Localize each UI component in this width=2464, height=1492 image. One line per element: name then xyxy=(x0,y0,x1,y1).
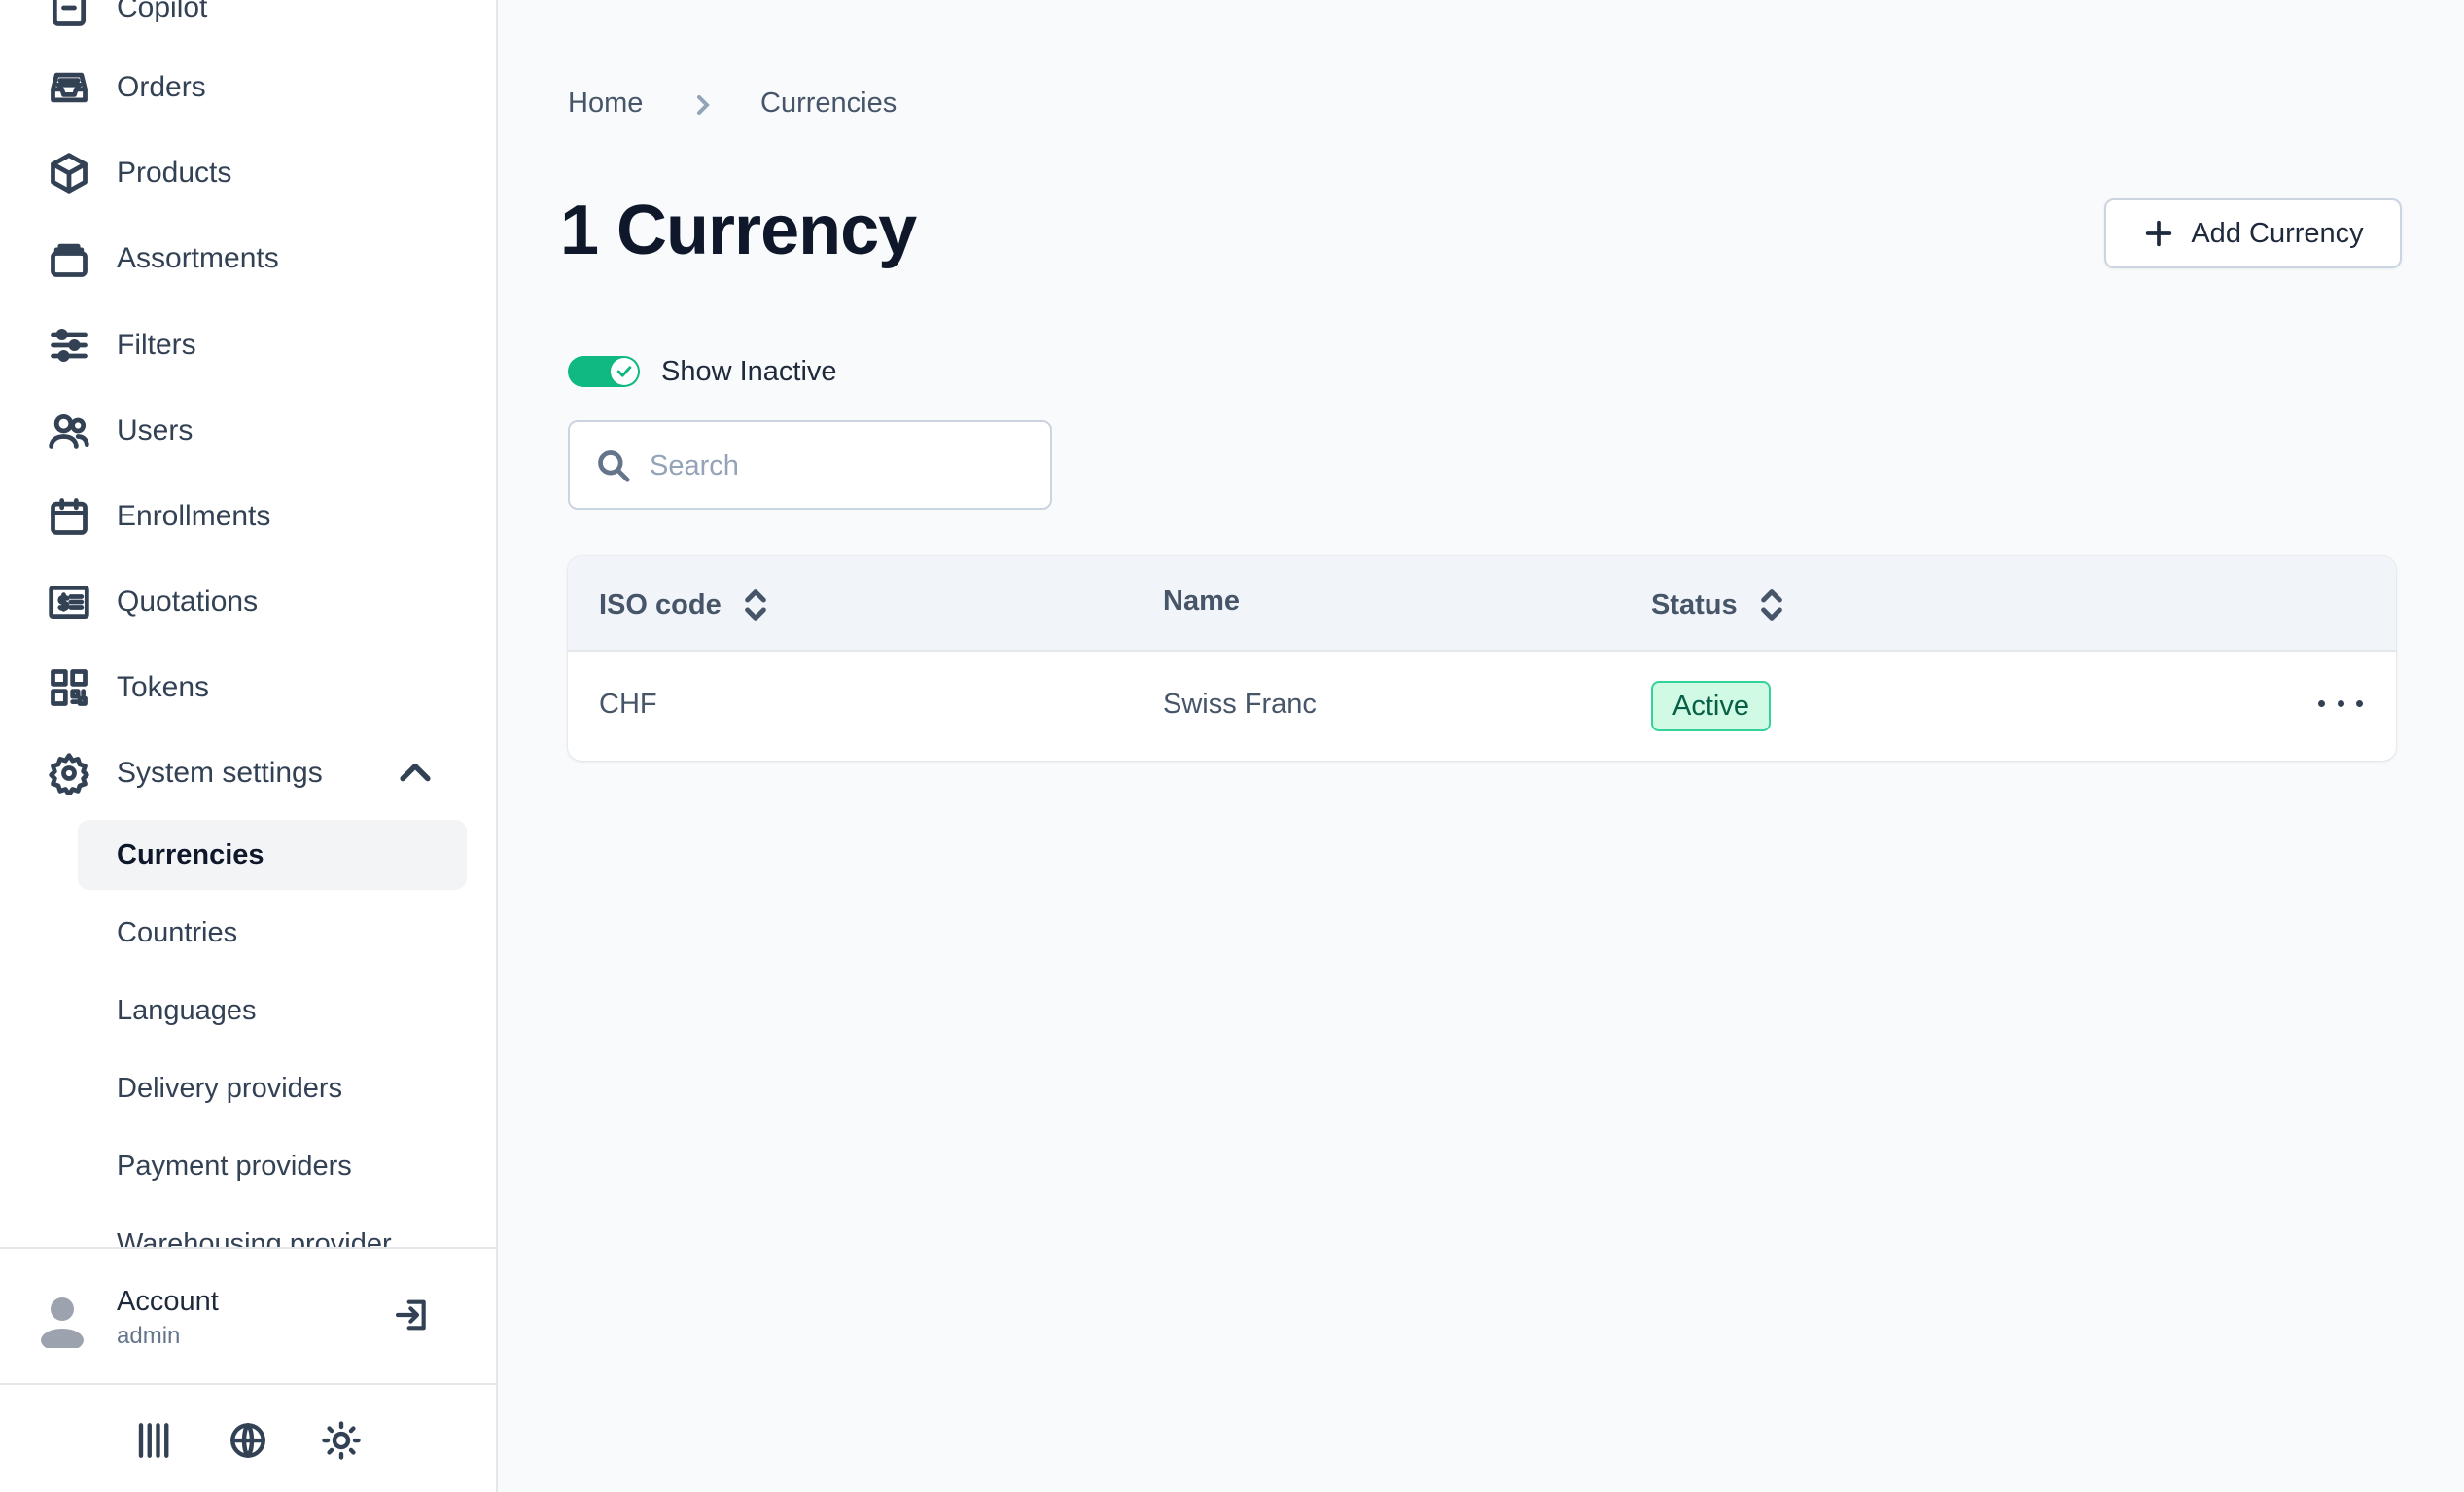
column-header-label: Status xyxy=(1651,588,1738,621)
sidebar-item-products[interactable]: Products xyxy=(47,144,231,202)
sidebar-item-tokens[interactable]: Tokens xyxy=(47,658,209,717)
sun-icon[interactable] xyxy=(321,1420,362,1461)
sidebar-item-label: Orders xyxy=(117,71,206,103)
gear-icon xyxy=(47,751,91,796)
sort-icon[interactable] xyxy=(1757,586,1786,624)
chevron-right-icon xyxy=(690,89,716,121)
sidebar-item-label: Products xyxy=(117,157,232,189)
receipt-icon xyxy=(47,580,91,624)
divider xyxy=(0,1383,496,1385)
table-header: ISO code Name Status xyxy=(568,556,2396,652)
inbox-icon xyxy=(47,65,91,110)
calendar-icon xyxy=(47,494,91,539)
sidebar-item-label: Assortments xyxy=(117,242,279,274)
column-header-label: Name xyxy=(1163,586,1240,617)
add-currency-button[interactable]: Add Currency xyxy=(2104,198,2402,268)
sidebar-item-label: Filters xyxy=(117,329,196,361)
sidebar-footer: Account admin xyxy=(0,1247,496,1492)
search-box xyxy=(568,420,1052,510)
sidebar-item-label: Enrollments xyxy=(117,500,271,532)
sidebar-item-assortments[interactable]: Assortments xyxy=(47,230,279,288)
breadcrumb-current: Currencies xyxy=(760,88,898,119)
page-title: 1 Currency xyxy=(560,192,917,269)
logout-icon[interactable] xyxy=(393,1296,432,1334)
cube-icon xyxy=(47,151,91,195)
sidebar-item-label: Tokens xyxy=(117,671,210,703)
sidebar-item-filters[interactable]: Filters xyxy=(47,316,196,374)
sidebar-item-label: Copilot xyxy=(117,0,208,23)
sort-icon[interactable] xyxy=(741,586,770,624)
breadcrumb-home[interactable]: Home xyxy=(568,88,643,120)
account-role: admin xyxy=(117,1323,181,1349)
sidebar-subitem-payment-providers[interactable]: Payment providers xyxy=(78,1131,467,1201)
sidebar: Copilot Orders Products Assortments Filt… xyxy=(0,0,498,1492)
sidebar-item-copilot[interactable]: Copilot xyxy=(47,0,207,37)
sidebar-subitem-delivery-providers[interactable]: Delivery providers xyxy=(78,1053,467,1123)
more-actions-icon[interactable] xyxy=(2318,689,2363,718)
sidebar-item-enrollments[interactable]: Enrollments xyxy=(47,487,270,546)
sidebar-subitem-languages[interactable]: Languages xyxy=(78,976,467,1046)
chevron-up-icon[interactable] xyxy=(394,752,437,795)
sidebar-item-quotations[interactable]: Quotations xyxy=(47,573,258,631)
barcode-icon[interactable] xyxy=(134,1420,175,1461)
toggle-knob xyxy=(611,358,638,385)
show-inactive-label[interactable]: Show Inactive xyxy=(661,356,837,388)
users-icon xyxy=(47,409,91,453)
column-header-status[interactable]: Status xyxy=(1651,586,1786,624)
qr-code-icon xyxy=(47,665,91,710)
globe-icon[interactable] xyxy=(228,1420,268,1461)
currencies-table: ISO code Name Status CHF Swiss Franc Act… xyxy=(568,556,2396,761)
cell-name[interactable]: Swiss Franc xyxy=(1163,689,1317,721)
account-name[interactable]: Account xyxy=(117,1286,219,1318)
sidebar-subitem-currencies[interactable]: Currencies xyxy=(78,820,467,890)
cell-iso-code[interactable]: CHF xyxy=(599,689,657,721)
search-icon xyxy=(595,447,632,484)
sidebar-item-label: Users xyxy=(117,414,194,446)
plus-icon xyxy=(2146,220,2172,247)
column-header-iso-code[interactable]: ISO code xyxy=(599,586,770,624)
check-icon xyxy=(616,366,632,377)
search-input[interactable] xyxy=(650,442,1029,490)
sliders-icon xyxy=(47,323,91,368)
stack-icon xyxy=(47,236,91,281)
sidebar-item-system-settings[interactable]: System settings xyxy=(47,744,323,802)
column-header-label: ISO code xyxy=(599,588,722,621)
show-inactive-toggle[interactable] xyxy=(568,356,640,387)
column-header-name: Name xyxy=(1163,586,1240,618)
avatar[interactable] xyxy=(39,1294,86,1352)
add-currency-label: Add Currency xyxy=(2191,217,2364,249)
sidebar-item-orders[interactable]: Orders xyxy=(47,58,206,117)
copilot-icon xyxy=(47,0,91,30)
sidebar-item-label: Quotations xyxy=(117,586,259,618)
status-badge: Active xyxy=(1651,681,1771,731)
sidebar-item-label: System settings xyxy=(117,757,323,789)
sidebar-subitem-countries[interactable]: Countries xyxy=(78,898,467,968)
sidebar-item-users[interactable]: Users xyxy=(47,402,193,460)
